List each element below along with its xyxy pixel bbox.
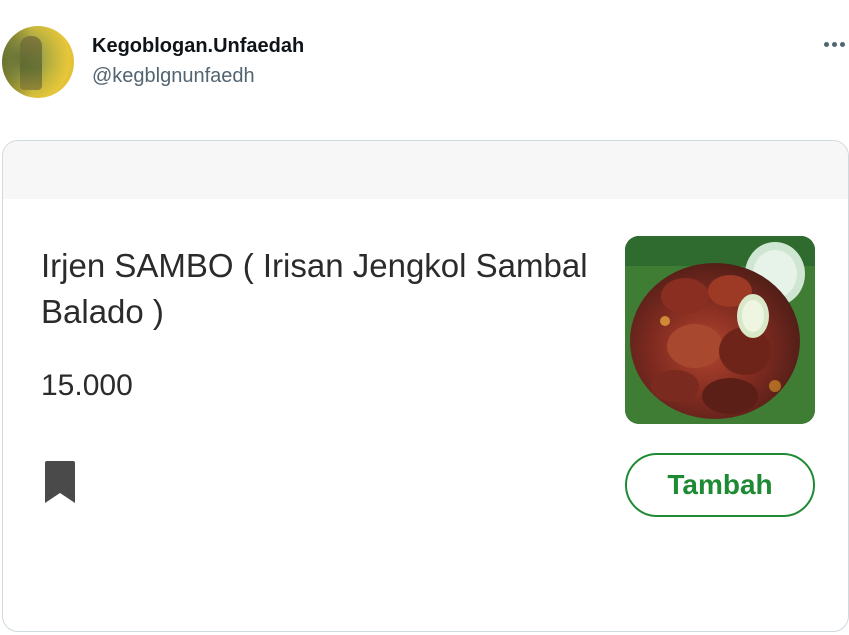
author-handle[interactable]: @kegblgnunfaedh: [92, 65, 255, 88]
avatar[interactable]: [2, 26, 74, 98]
card-top-band: [3, 141, 848, 199]
tweet-header: Kegoblogan.Unfaedah @kegblgnunfaedh: [0, 0, 849, 110]
product-name: Irjen SAMBO ( Irisan Jengkol Sambal Bala…: [41, 247, 588, 330]
more-dot: [823, 41, 829, 47]
avatar-figure: [20, 36, 42, 90]
add-to-cart-button[interactable]: Tambah: [625, 453, 815, 517]
more-options-icon[interactable]: [818, 30, 849, 58]
product-price: 15.000: [41, 369, 133, 402]
product-image: [625, 236, 815, 424]
food-photo: [625, 236, 815, 424]
more-dot: [831, 41, 837, 47]
bookmark-icon[interactable]: [43, 459, 77, 505]
author-display-name[interactable]: Kegoblogan.Unfaedah: [92, 35, 304, 58]
more-dot: [839, 41, 845, 47]
tweet-media-card[interactable]: Irjen SAMBO ( Irisan Jengkol Sambal Bala…: [2, 140, 849, 632]
